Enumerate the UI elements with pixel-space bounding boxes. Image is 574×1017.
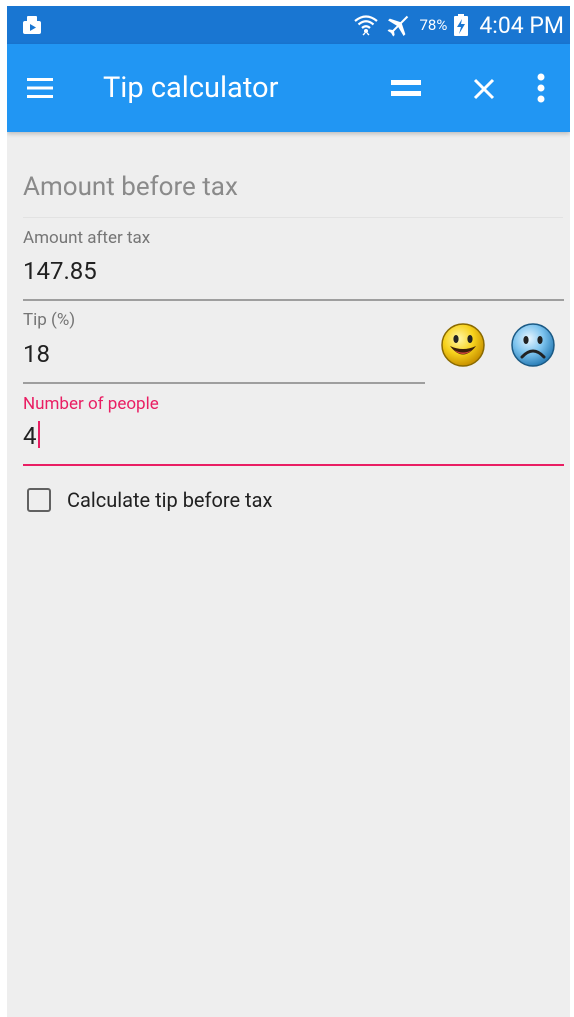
- number-of-people-value: 4: [23, 422, 37, 450]
- number-of-people-field[interactable]: Number of people 4: [23, 394, 564, 468]
- wifi-icon: [354, 15, 379, 36]
- happy-face-icon[interactable]: [439, 321, 487, 369]
- amount-after-tax-value[interactable]: 147.85: [23, 257, 97, 285]
- status-indicators: 78% 4:04 PM: [353, 6, 564, 44]
- app-bar: Tip calculator: [7, 44, 570, 132]
- number-of-people-input[interactable]: 4: [23, 421, 40, 450]
- menu-icon[interactable]: [25, 74, 55, 102]
- amount-after-tax-field[interactable]: Amount after tax 147.85: [23, 228, 564, 302]
- equals-icon[interactable]: [389, 74, 423, 102]
- tip-percent-label: Tip (%): [23, 310, 76, 330]
- text-cursor: [37, 421, 40, 448]
- close-icon[interactable]: [469, 74, 499, 104]
- app-title: Tip calculator: [103, 71, 279, 105]
- tip-before-tax-label: Calculate tip before tax: [67, 488, 273, 512]
- status-bar: 78% 4:04 PM: [7, 6, 570, 44]
- number-of-people-underline: [23, 464, 564, 466]
- tip-before-tax-option[interactable]: Calculate tip before tax: [27, 485, 272, 515]
- more-vert-icon[interactable]: [527, 72, 555, 104]
- tip-percent-field[interactable]: Tip (%) 18: [23, 310, 425, 384]
- tip-percent-value[interactable]: 18: [23, 340, 50, 368]
- number-of-people-label: Number of people: [23, 394, 159, 414]
- amount-before-tax-underline: [23, 217, 563, 218]
- screenshot-app-icon: [23, 16, 41, 34]
- amount-after-tax-label: Amount after tax: [23, 228, 151, 248]
- app-screen: 78% 4:04 PM Tip calculator Amount before…: [7, 6, 570, 1017]
- battery-percent: 78%: [419, 16, 448, 34]
- amount-before-tax-input[interactable]: Amount before tax: [23, 172, 238, 202]
- status-time: 4:04 PM: [479, 11, 564, 39]
- airplane-mode-icon: [388, 15, 409, 37]
- amount-after-tax-underline: [23, 299, 564, 301]
- tip-before-tax-checkbox[interactable]: [27, 488, 51, 512]
- sad-face-icon[interactable]: [509, 321, 557, 369]
- battery-charging-icon: [454, 14, 469, 36]
- tip-percent-underline: [23, 382, 425, 384]
